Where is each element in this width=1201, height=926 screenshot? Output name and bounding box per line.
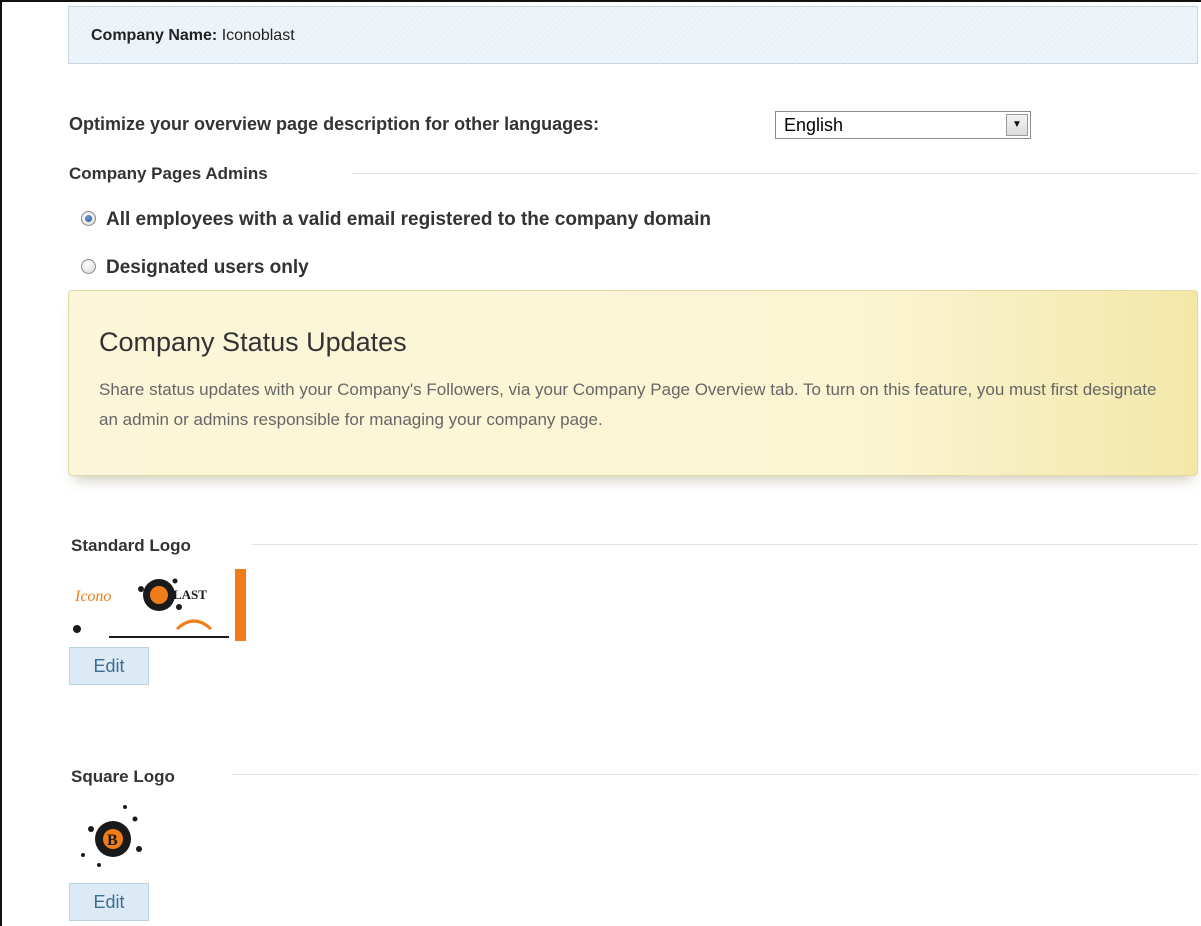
standard-logo-edit-button[interactable]: Edit	[69, 647, 149, 685]
square-logo-title: Square Logo	[71, 767, 189, 787]
admin-option-label: Designated users only	[106, 257, 309, 278]
status-updates-callout: Company Status Updates Share status upda…	[68, 290, 1198, 476]
svg-text:Icono: Icono	[74, 588, 111, 605]
status-updates-title: Company Status Updates	[99, 327, 407, 357]
language-select-value: English	[784, 115, 844, 135]
square-logo-divider	[232, 774, 1198, 775]
page-frame: Company Name: Iconoblast Optimize your o…	[0, 0, 1201, 926]
svg-text:B: B	[107, 832, 118, 849]
radio-checked-icon[interactable]	[81, 211, 96, 226]
svg-text:LAST: LAST	[173, 587, 207, 602]
admins-divider	[352, 173, 1198, 174]
language-label: Optimize your overview page description …	[69, 114, 600, 134]
square-logo-image: B	[69, 799, 159, 877]
standard-logo-title: Standard Logo	[71, 536, 205, 556]
chevron-down-icon[interactable]: ▼	[1006, 114, 1028, 136]
company-name-label: Company Name: Iconoblast	[91, 27, 295, 45]
admin-option-designated-users[interactable]: Designated users only	[81, 257, 309, 279]
standard-logo-divider	[252, 544, 1198, 545]
language-select[interactable]: English ▼	[775, 111, 1031, 139]
square-logo-edit-button[interactable]: Edit	[69, 883, 149, 921]
status-updates-description: Share status updates with your Company's…	[99, 380, 1157, 429]
company-name-bar: Company Name: Iconoblast	[68, 6, 1198, 64]
admin-option-all-employees[interactable]: All employees with a valid email registe…	[81, 209, 711, 231]
standard-logo-image: Icono LAST	[69, 569, 246, 641]
square-logo-graphic: B	[81, 805, 142, 867]
admins-section-title: Company Pages Admins	[69, 164, 282, 184]
company-name-key: Company Name:	[91, 27, 218, 44]
company-name-value: Iconoblast	[221, 27, 295, 44]
standard-logo-graphic: Icono LAST	[69, 569, 246, 641]
admin-option-label: All employees with a valid email registe…	[106, 209, 712, 230]
radio-unchecked-icon[interactable]	[81, 259, 96, 274]
